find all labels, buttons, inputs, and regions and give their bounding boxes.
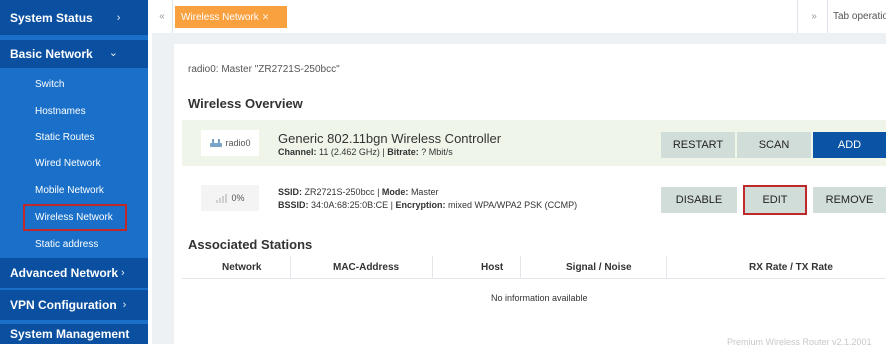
tab-label: Wireless Network (181, 11, 259, 23)
sidebar-item-wired-network[interactable]: Wired Network (0, 151, 148, 175)
encryption-label: Encryption: (395, 200, 446, 210)
sidebar-item-label: Switch (35, 78, 65, 90)
network-bssid-line: BSSID: 34:0A:68:25:0B:CE | Encryption: m… (278, 200, 578, 210)
edit-button[interactable]: EDIT (743, 185, 807, 215)
channel-value: 11 (2.462 GHz) (319, 147, 380, 157)
associated-stations-heading: Associated Stations (188, 237, 313, 252)
breadcrumb: radio0: Master "ZR2721S-250bcc" (188, 64, 340, 75)
divider (432, 256, 433, 278)
column-header-signal-noise: Signal / Noise (566, 262, 632, 273)
channel-label: Channel: (278, 147, 317, 157)
radio-device-badge: radio0 (201, 130, 259, 156)
signal-strength-icon (216, 194, 228, 203)
add-button[interactable]: ADD (813, 132, 886, 158)
radio-label: radio0 (225, 138, 251, 148)
sidebar-section-label: Advanced Network (10, 266, 119, 280)
sidebar-item-switch[interactable]: Switch (0, 72, 148, 96)
network-ssid-line: SSID: ZR2721S-250bcc | Mode: Master (278, 187, 439, 197)
bitrate-label: Bitrate: (387, 147, 419, 157)
divider (797, 0, 798, 33)
sidebar: System Status › Basic Network ⌄ Switch H… (0, 0, 148, 344)
sidebar-section-system-status[interactable]: System Status › (0, 0, 148, 35)
sidebar-section-label: System Management (10, 327, 130, 341)
bssid-value: 34:0A:68:25:0B:CE (311, 200, 389, 210)
sidebar-section-system-management[interactable]: System Management (0, 324, 148, 344)
double-chevron-left-icon: « (159, 11, 165, 22)
chevron-right-icon: › (122, 299, 127, 311)
column-header-network: Network (222, 262, 262, 273)
sidebar-section-vpn-configuration[interactable]: VPN Configuration › (0, 290, 148, 320)
chevron-right-icon: › (116, 11, 121, 24)
sidebar-section-basic-network[interactable]: Basic Network ⌄ (0, 40, 148, 68)
device-title: Generic 802.11bgn Wireless Controller (278, 131, 502, 146)
tab-operations-label: Tab operatio (833, 11, 886, 22)
chevron-down-icon: ⌄ (108, 46, 118, 59)
ssid-value: ZR2721S-250bcc (304, 187, 375, 197)
encryption-value: mixed WPA/WPA2 PSK (CCMP) (447, 200, 578, 210)
device-details: Channel: 11 (2.462 GHz) | Bitrate: ? Mbi… (278, 147, 453, 157)
divider (290, 256, 291, 278)
sidebar-section-advanced-network[interactable]: Advanced Network › (0, 258, 148, 288)
sidebar-item-static-routes[interactable]: Static Routes (0, 125, 148, 149)
sidebar-item-label: Static address (35, 238, 99, 250)
wifi-device-icon (210, 139, 223, 147)
empty-table-message: No information available (491, 293, 588, 303)
tab-scroll-left-button[interactable]: « (152, 0, 172, 33)
sidebar-item-hostnames[interactable]: Hostnames (0, 99, 148, 123)
bssid-label: BSSID: (278, 200, 309, 210)
sidebar-item-static-address[interactable]: Static address (0, 232, 148, 256)
bitrate-value: ? Mbit/s (421, 147, 453, 157)
column-header-host: Host (481, 262, 504, 273)
tab-operations-button[interactable]: Tab operatio (833, 0, 886, 33)
mode-label: Mode: (381, 187, 409, 197)
sidebar-item-label: Mobile Network (35, 184, 104, 196)
sidebar-item-label: Hostnames (35, 105, 86, 117)
scan-button[interactable]: SCAN (737, 132, 811, 158)
wireless-overview-heading: Wireless Overview (188, 96, 303, 111)
column-header-rx-tx-rate: RX Rate / TX Rate (749, 262, 833, 273)
chevron-right-icon: › (121, 267, 125, 279)
signal-label: 0% (231, 193, 245, 203)
ssid-label: SSID: (278, 187, 303, 197)
sidebar-item-label: Wireless Network (35, 211, 113, 223)
divider (520, 256, 521, 278)
sidebar-item-mobile-network[interactable]: Mobile Network (0, 178, 148, 202)
footer-version: Premium Wireless Router v2.1.2001 (727, 337, 872, 347)
tab-scroll-right-button[interactable]: » (802, 0, 826, 33)
signal-badge: 0% (201, 185, 259, 211)
column-header-mac-address: MAC-Address (333, 262, 400, 273)
sidebar-section-label: System Status (10, 10, 93, 25)
sidebar-section-label: Basic Network (10, 47, 93, 61)
sidebar-item-label: Wired Network (35, 157, 101, 169)
divider (172, 0, 173, 33)
mode-value: Master (410, 187, 439, 197)
remove-button[interactable]: REMOVE (813, 187, 886, 213)
divider (666, 256, 667, 278)
tab-bar: « Wireless Network ✕ » Tab operatio (152, 0, 886, 34)
divider (827, 0, 828, 33)
close-icon[interactable]: ✕ (262, 12, 270, 23)
disable-button[interactable]: DISABLE (661, 187, 737, 213)
restart-button[interactable]: RESTART (661, 132, 735, 158)
tab-wireless-network[interactable]: Wireless Network ✕ (175, 6, 287, 28)
sidebar-item-label: Static Routes (35, 131, 95, 143)
sidebar-item-wireless-network[interactable]: Wireless Network (0, 205, 148, 229)
double-chevron-right-icon: » (811, 11, 817, 22)
sidebar-section-label: VPN Configuration (10, 298, 117, 312)
